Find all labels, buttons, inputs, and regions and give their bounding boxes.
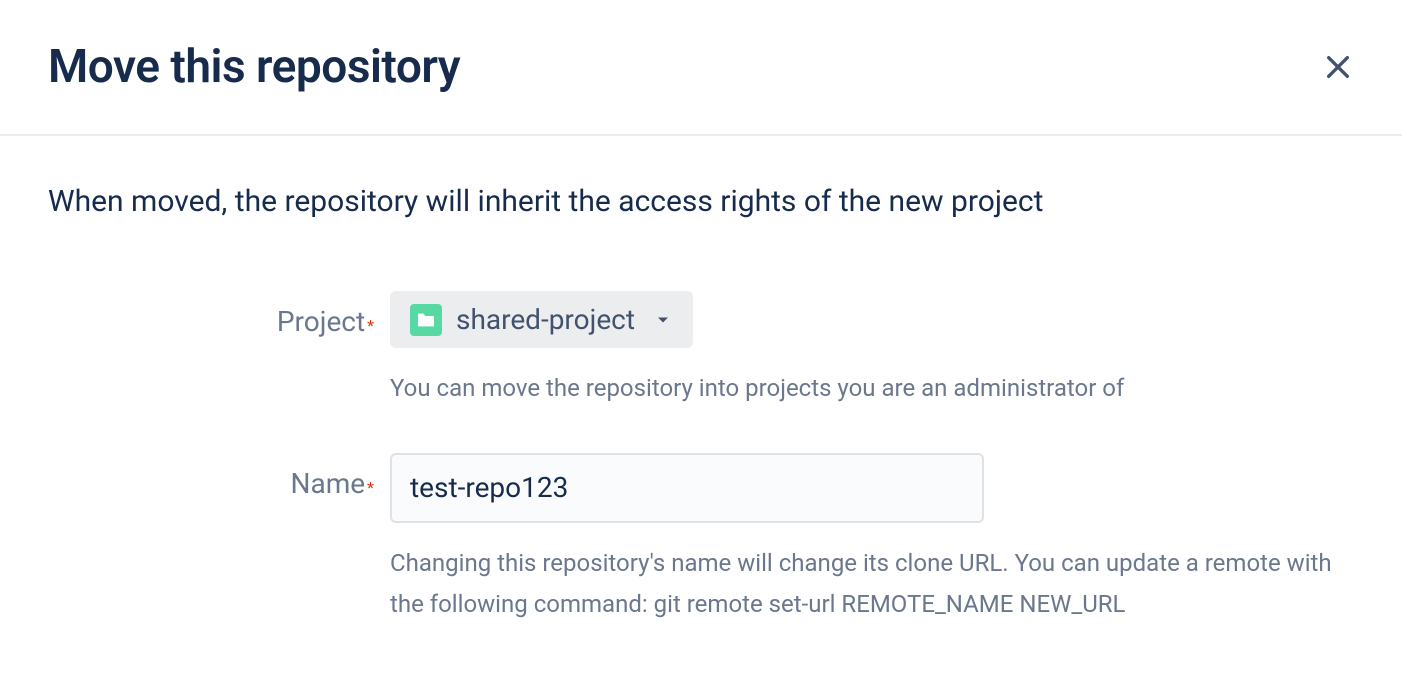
project-selected-value: shared-project — [456, 303, 635, 336]
dialog-body: When moved, the repository will inherit … — [0, 136, 1402, 698]
name-row: Name* Changing this repository's name wi… — [48, 453, 1354, 625]
close-icon[interactable] — [1322, 51, 1354, 83]
folder-icon — [410, 304, 442, 336]
project-selector[interactable]: shared-project — [390, 291, 693, 348]
project-control-cell: shared-project You can move the reposito… — [390, 291, 1354, 409]
name-help-text: Changing this repository's name will cha… — [390, 543, 1350, 625]
required-indicator: * — [367, 316, 374, 335]
move-repository-dialog: Move this repository When moved, the rep… — [0, 0, 1402, 698]
chevron-down-icon — [653, 310, 673, 330]
dialog-header: Move this repository — [0, 0, 1402, 136]
project-label-cell: Project* — [48, 291, 390, 338]
name-label: Name — [291, 467, 366, 500]
repository-name-input[interactable] — [390, 453, 984, 523]
project-label: Project — [277, 305, 365, 338]
name-label-cell: Name* — [48, 453, 390, 500]
name-control-cell: Changing this repository's name will cha… — [390, 453, 1354, 625]
project-row: Project* shared-project — [48, 291, 1354, 409]
dialog-title: Move this repository — [48, 40, 460, 94]
project-help-text: You can move the repository into project… — [390, 368, 1350, 409]
required-indicator: * — [367, 478, 374, 497]
dialog-description: When moved, the repository will inherit … — [48, 184, 1354, 219]
